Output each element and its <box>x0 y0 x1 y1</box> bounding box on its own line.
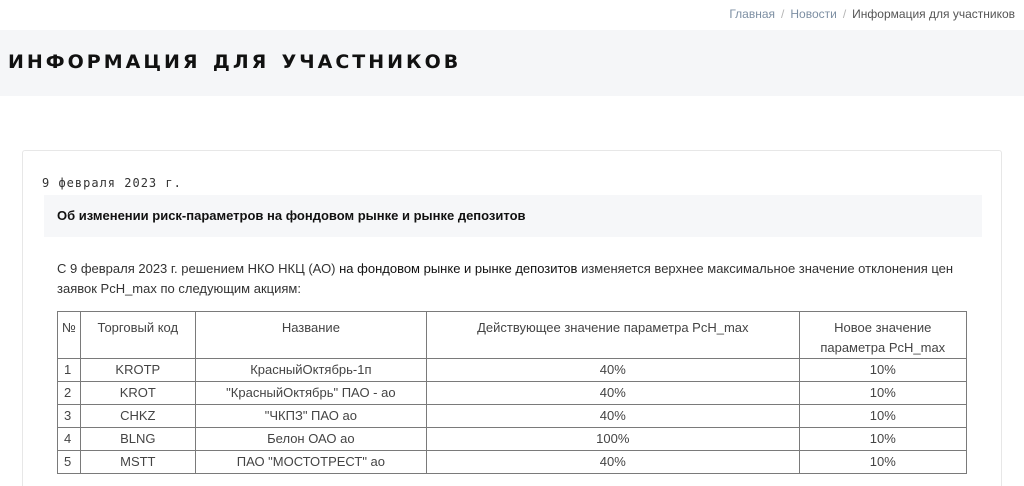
cell-name: "ЧКПЗ" ПАО ао <box>194 404 428 428</box>
cell-number: 4 <box>57 427 81 451</box>
intro-market-highlight: на фондовом рынке и рынке депозитов <box>339 261 578 276</box>
breadcrumb-current: Информация для участников <box>852 7 1015 21</box>
table-header-row: № Торговый код Название Действующее знач… <box>57 311 968 359</box>
news-heading: Об изменении риск-параметров на фондовом… <box>57 208 526 223</box>
cell-ticker: MSTT <box>79 450 196 474</box>
col-header-current-value: Действующее значение параметра PcH_max <box>426 311 800 359</box>
cell-name: ПАО "МОСТОТРЕСТ" ао <box>194 450 428 474</box>
cell-new-value: 10% <box>798 427 968 451</box>
cell-new-value: 10% <box>798 450 968 474</box>
cell-number: 2 <box>57 381 81 405</box>
intro-text-part1: С 9 февраля 2023 г. решением НКО НКЦ (АО… <box>57 261 340 276</box>
cell-number: 3 <box>57 404 81 428</box>
cell-current-value: 100% <box>426 427 800 451</box>
cell-ticker: CHKZ <box>79 404 196 428</box>
col-header-name: Название <box>194 311 428 359</box>
cell-name: "КрасныйОктябрь" ПАО - ао <box>194 381 428 405</box>
breadcrumb-news-link[interactable]: Новости <box>790 7 836 21</box>
table-row: 4 BLNG Белон ОАО ао 100% 10% <box>57 427 968 451</box>
cell-current-value: 40% <box>426 358 800 382</box>
col-header-ticker: Торговый код <box>79 311 196 359</box>
cell-ticker: KROT <box>79 381 196 405</box>
col-header-number: № <box>57 311 81 359</box>
cell-number: 5 <box>57 450 81 474</box>
page-title: Информация для участников <box>8 44 462 75</box>
table-row: 2 KROT "КрасныйОктябрь" ПАО - ао 40% 10% <box>57 381 968 405</box>
cell-current-value: 40% <box>426 450 800 474</box>
risk-parameters-table: № Торговый код Название Действующее знач… <box>57 311 968 474</box>
breadcrumb: Главная / Новости / Информация для участнико… <box>729 7 1015 21</box>
cell-current-value: 40% <box>426 381 800 405</box>
cell-ticker: KROTP <box>79 358 196 382</box>
breadcrumb-separator: / <box>842 7 847 21</box>
cell-name: КрасныйОктябрь-1п <box>194 358 428 382</box>
table-row: 1 KROTP КрасныйОктябрь-1п 40% 10% <box>57 358 968 382</box>
cell-ticker: BLNG <box>79 427 196 451</box>
table-row: 3 CHKZ "ЧКПЗ" ПАО ао 40% 10% <box>57 404 968 428</box>
breadcrumb-separator: / <box>781 7 785 21</box>
news-date: 9 февраля 2023 г. <box>42 176 182 190</box>
news-intro: С 9 февраля 2023 г. решением НКО НКЦ (АО… <box>57 259 977 299</box>
cell-new-value: 10% <box>798 381 968 405</box>
cell-number: 1 <box>57 358 81 382</box>
table-row: 5 MSTT ПАО "МОСТОТРЕСТ" ао 40% 10% <box>57 450 968 474</box>
news-heading-box: Об изменении риск-параметров на фондовом… <box>44 195 982 237</box>
col-header-new-value: Новое значение параметра PcH_max <box>798 311 968 359</box>
title-band: Информация для участников <box>0 30 1024 96</box>
breadcrumb-home-link[interactable]: Главная <box>729 7 775 21</box>
cell-new-value: 10% <box>798 358 968 382</box>
news-card: 9 февраля 2023 г. Об изменении риск-пара… <box>22 150 1002 486</box>
cell-new-value: 10% <box>798 404 968 428</box>
cell-current-value: 40% <box>426 404 800 428</box>
cell-name: Белон ОАО ао <box>194 427 428 451</box>
